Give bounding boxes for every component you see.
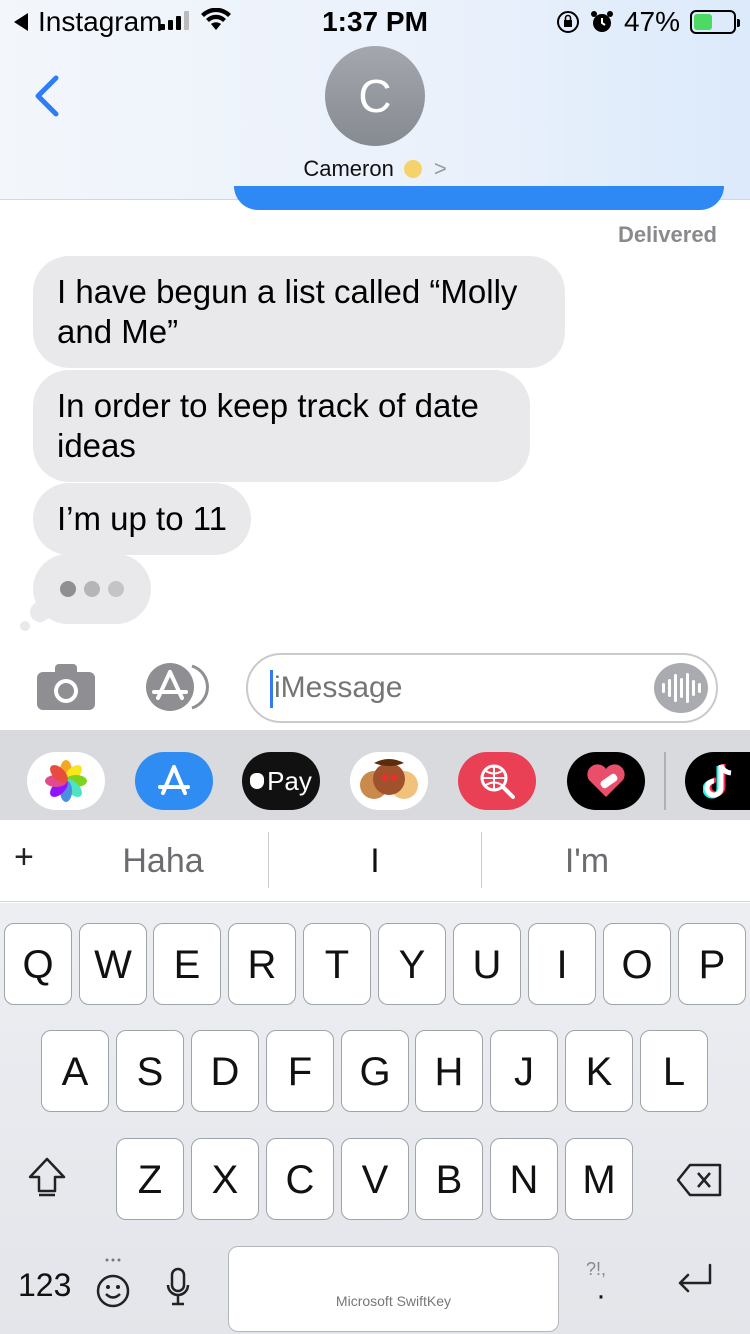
composer-row [0,640,750,730]
imessage-input[interactable] [246,653,718,723]
text-caret [270,670,273,708]
photos-flower-icon [45,760,87,802]
shift-icon[interactable] [24,1153,70,1199]
typing-dot [108,581,124,597]
prediction-bar: + Haha I I'm [0,820,750,902]
suggestion-item[interactable]: Haha [58,820,268,902]
key-v[interactable]: V [341,1138,409,1220]
tiktok-note-icon [703,764,732,799]
backspace-icon[interactable] [676,1161,724,1199]
key-w[interactable]: W [79,923,147,1005]
message-text: I’m up to 11 [57,500,227,537]
apple-pay-icon[interactable]: Pay [242,752,320,810]
message-text: In order to keep track of date ideas [57,387,479,464]
incoming-message-bubble[interactable]: I’m up to 11 [33,483,251,555]
outgoing-message-bubble[interactable] [234,186,724,210]
audio-message-icon[interactable] [654,663,708,713]
numbers-key[interactable]: 123 [18,1267,71,1304]
key-q[interactable]: Q [4,923,72,1005]
heart-app-icon[interactable] [567,752,645,810]
key-p[interactable]: P [678,923,746,1005]
globe-search-icon [480,764,515,799]
key-z[interactable]: Z [116,1138,184,1220]
key-k[interactable]: K [565,1030,633,1112]
contact-avatar[interactable]: C [325,46,425,146]
key-s[interactable]: S [116,1030,184,1112]
message-text: I have begun a list called “Molly and Me… [57,273,518,350]
key-y[interactable]: Y [378,923,446,1005]
key-m[interactable]: M [565,1138,633,1220]
period-key[interactable]: · [596,1279,606,1313]
key-l[interactable]: L [640,1030,708,1112]
key-j[interactable]: J [490,1030,558,1112]
typing-dot [84,581,100,597]
space-bar[interactable]: Microsoft SwiftKey [228,1246,559,1332]
typing-tail [20,621,30,631]
apple-logo-icon [250,773,265,789]
key-u[interactable]: U [453,923,521,1005]
key-o[interactable]: O [603,923,671,1005]
key-a[interactable]: A [41,1030,109,1112]
incoming-message-bubble[interactable]: In order to keep track of date ideas [33,370,530,482]
punctuation-hint: ?!, [586,1259,607,1279]
key-i[interactable]: I [528,923,596,1005]
emoji-icon[interactable] [95,1255,131,1311]
key-n[interactable]: N [490,1138,558,1220]
app-drawer-divider [664,752,666,810]
key-d[interactable]: D [191,1030,259,1112]
key-e[interactable]: E [153,923,221,1005]
keyboard: Q W E R T Y U I O P A S D F G H J K L Z … [0,903,750,1334]
photos-app-icon[interactable] [27,752,105,810]
delivered-status: Delivered [617,222,717,247]
conversation-header: Instagram 1:37 PM 47% C Cameron > [0,0,750,200]
key-g[interactable]: G [341,1030,409,1112]
suggestion-item[interactable]: I'm [482,820,692,902]
contact-name: Cameron [303,156,394,181]
key-f[interactable]: F [266,1030,334,1112]
alarm-icon [590,11,613,32]
memoji-faces-icon [360,759,418,799]
heart-bandage-icon [587,764,625,797]
key-c[interactable]: C [266,1138,334,1220]
app-store-drawer-icon[interactable] [140,662,212,712]
battery-fill [694,14,712,30]
toolbar-expand-button[interactable]: + [14,838,34,877]
typing-indicator [33,554,151,624]
incoming-message-bubble[interactable]: I have begun a list called “Molly and Me… [33,256,565,368]
battery-icon [690,10,740,34]
suggestion-item[interactable]: I [269,820,481,902]
battery-percent: 47% [623,6,680,37]
avatar-initial: C [358,70,392,122]
key-x[interactable]: X [191,1138,259,1220]
typing-tail [30,602,50,622]
moon-icon [403,160,422,178]
orientation-lock-icon [556,11,579,33]
search-images-app-icon[interactable] [458,752,536,810]
key-h[interactable]: H [415,1030,483,1112]
contact-name-button[interactable]: Cameron > [0,156,750,182]
back-chevron-icon[interactable] [30,72,66,120]
space-bar-label: Microsoft SwiftKey [335,1293,452,1309]
microphone-icon[interactable] [166,1267,190,1307]
app-store-a-icon [158,765,190,795]
app-store-icon[interactable] [135,752,213,810]
tiktok-app-icon[interactable] [685,752,750,810]
status-bar: Instagram 1:37 PM 47% [0,0,750,40]
key-b[interactable]: B [415,1138,483,1220]
key-r[interactable]: R [228,923,296,1005]
apple-pay-label: Pay [267,765,312,796]
return-icon[interactable] [674,1261,716,1297]
imessage-app-drawer: Pay [0,730,750,820]
typing-dot [60,581,76,597]
memoji-app-icon[interactable] [350,752,428,810]
key-t[interactable]: T [303,923,371,1005]
camera-icon[interactable] [35,662,97,712]
chevron-right-icon: > [433,156,447,181]
